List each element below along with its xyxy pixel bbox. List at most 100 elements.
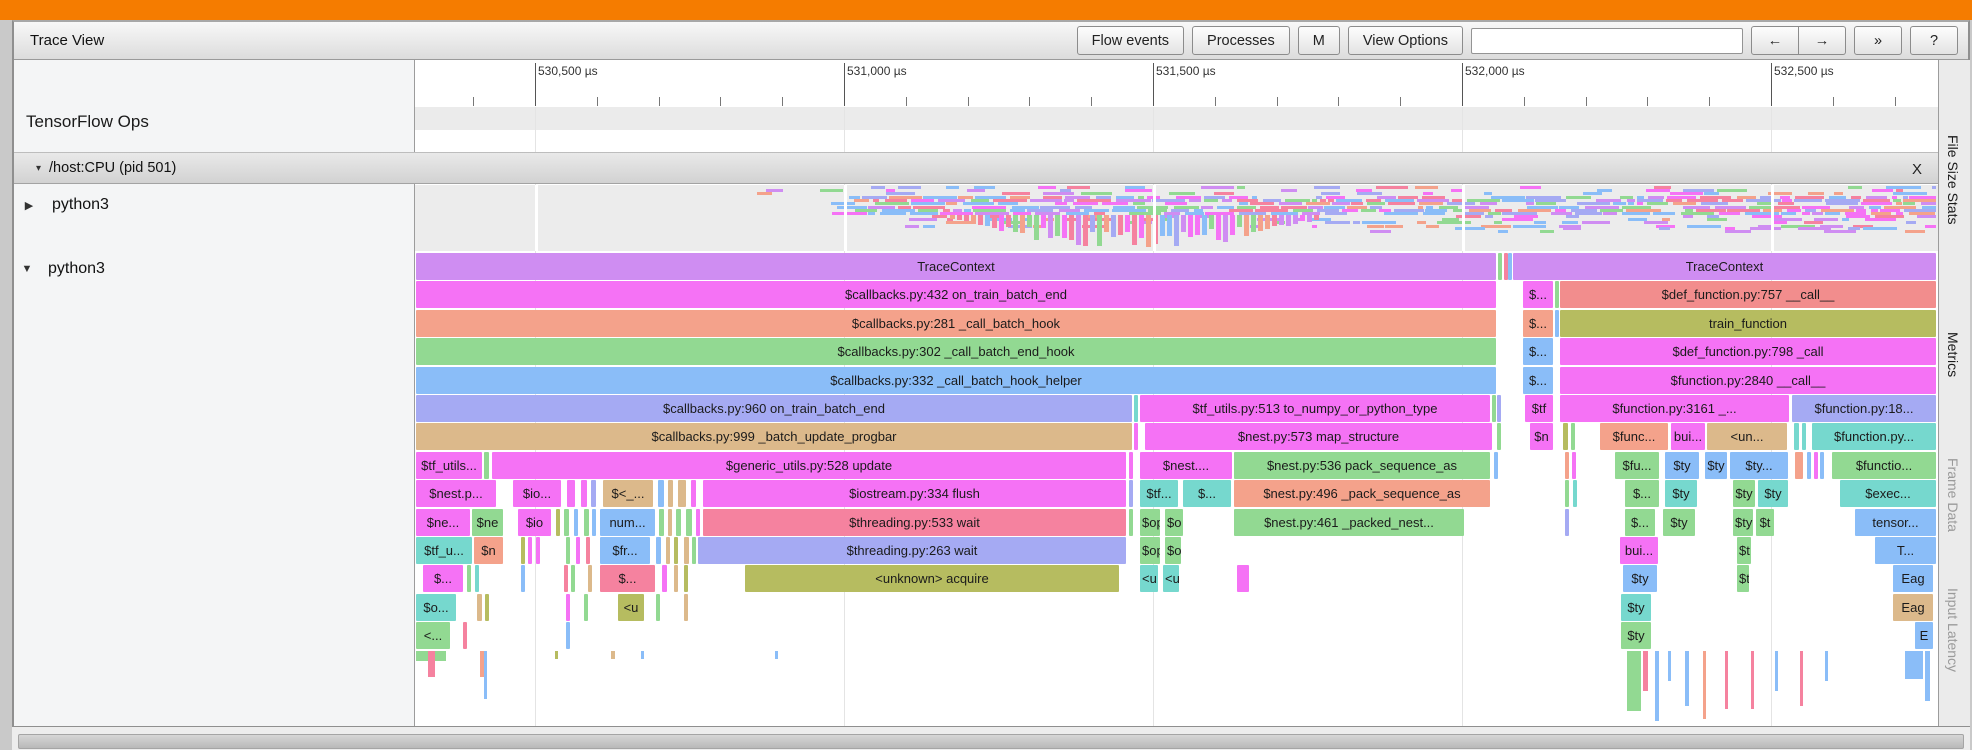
flame-event-sliver[interactable] bbox=[775, 650, 778, 659]
processes-button[interactable]: Processes bbox=[1192, 26, 1290, 55]
flame-event-bar[interactable]: $ty bbox=[1705, 451, 1727, 479]
flame-event-bar[interactable]: $nest.p... bbox=[416, 480, 496, 508]
flame-event-sliver[interactable] bbox=[1800, 650, 1803, 706]
flame-event-sliver[interactable] bbox=[566, 537, 570, 564]
flame-event-sliver[interactable] bbox=[676, 508, 681, 536]
flame-event-bar[interactable]: $o bbox=[1165, 537, 1181, 564]
flame-event-sliver[interactable] bbox=[528, 537, 532, 564]
flame-event-sliver[interactable] bbox=[1775, 650, 1778, 691]
flame-event-sliver[interactable] bbox=[591, 480, 596, 508]
flame-event-sliver[interactable] bbox=[484, 650, 487, 699]
flame-event-bar[interactable]: $ty bbox=[1623, 565, 1657, 593]
flame-event-bar[interactable]: bui... bbox=[1620, 537, 1658, 564]
flame-event-sliver[interactable] bbox=[1573, 480, 1577, 508]
flame-event-sliver[interactable] bbox=[584, 508, 589, 536]
flame-event-sliver[interactable] bbox=[1129, 451, 1133, 479]
flame-event-bar[interactable]: $callbacks.py:281 _call_batch_hook bbox=[416, 309, 1496, 337]
flame-event-sliver[interactable] bbox=[684, 593, 688, 621]
flame-event-bar[interactable]: $ty bbox=[1733, 508, 1753, 536]
flame-event-bar[interactable]: $ty bbox=[1621, 593, 1651, 621]
flame-event-sliver[interactable] bbox=[1563, 423, 1568, 451]
flame-event-sliver[interactable] bbox=[1134, 395, 1138, 422]
flame-event-sliver[interactable] bbox=[1795, 451, 1803, 479]
flame-event-bar[interactable]: $t bbox=[1756, 508, 1774, 536]
flame-event-bar[interactable]: $... bbox=[600, 565, 655, 593]
nav-back-button[interactable]: ← bbox=[1751, 26, 1799, 55]
bottom-drawer-handle[interactable] bbox=[18, 734, 1964, 749]
flame-event-bar[interactable]: $tf... bbox=[1140, 480, 1178, 508]
flame-event-bar[interactable]: $tf bbox=[1525, 395, 1553, 422]
flame-event-bar[interactable]: $callbacks.py:999 _batch_update_progbar bbox=[416, 423, 1132, 451]
flame-event-sliver[interactable] bbox=[564, 565, 568, 593]
flame-event-sliver[interactable] bbox=[696, 508, 700, 536]
sidebar-thread-expanded[interactable]: ▼ python3 bbox=[14, 252, 415, 286]
flame-event-bar[interactable]: $function.py:2840 __call__ bbox=[1560, 366, 1936, 394]
flame-event-bar[interactable]: $callbacks.py:960 on_train_batch_end bbox=[416, 395, 1132, 422]
flame-event-sliver[interactable] bbox=[521, 565, 525, 593]
flame-event-sliver[interactable] bbox=[1925, 650, 1930, 701]
flame-event-bar[interactable]: $nest.py:496 _pack_sequence_as bbox=[1234, 480, 1490, 508]
flame-event-sliver[interactable] bbox=[1565, 508, 1569, 536]
view-options-button[interactable]: View Options bbox=[1347, 26, 1463, 55]
flame-event-sliver[interactable] bbox=[1572, 451, 1576, 479]
flame-event-sliver[interactable] bbox=[475, 565, 479, 593]
flame-event-bar[interactable]: $t bbox=[1737, 565, 1749, 593]
flame-event-sliver[interactable] bbox=[1685, 650, 1689, 706]
flame-event-bar[interactable]: <u bbox=[618, 593, 644, 621]
flame-event-sliver[interactable] bbox=[1655, 650, 1659, 721]
flame-event-sliver[interactable] bbox=[1129, 508, 1133, 536]
flame-event-sliver[interactable] bbox=[1571, 423, 1575, 451]
flame-event-bar[interactable]: T... bbox=[1875, 537, 1936, 564]
flame-event-sliver[interactable] bbox=[686, 508, 692, 536]
tab-input-latency[interactable]: Input Latency bbox=[1945, 588, 1961, 672]
flame-event-sliver[interactable] bbox=[581, 480, 587, 508]
flame-event-bar[interactable]: $iostream.py:334 flush bbox=[703, 480, 1126, 508]
flame-event-bar[interactable]: $fu... bbox=[1615, 451, 1659, 479]
flame-event-sliver[interactable] bbox=[1825, 650, 1828, 681]
flame-event-sliver[interactable] bbox=[1494, 451, 1498, 479]
chevron-down-icon[interactable]: ▼ bbox=[14, 263, 40, 275]
flame-event-sliver[interactable] bbox=[567, 480, 575, 508]
tab-metrics[interactable]: Metrics bbox=[1945, 332, 1961, 377]
flame-event-bar[interactable]: <u bbox=[1163, 565, 1179, 593]
flame-event-bar[interactable]: $... bbox=[1523, 338, 1553, 366]
flame-event-bar[interactable]: <u bbox=[1140, 565, 1158, 593]
flame-event-bar[interactable]: $ty bbox=[1665, 480, 1697, 508]
flame-event-bar[interactable]: $function.py:18... bbox=[1792, 395, 1936, 422]
flame-event-bar[interactable]: $func... bbox=[1600, 423, 1668, 451]
tab-frame-data[interactable]: Frame Data bbox=[1945, 458, 1961, 532]
flame-event-bar[interactable]: E bbox=[1915, 622, 1933, 650]
flame-event-bar[interactable]: $ne bbox=[472, 508, 503, 536]
flame-event-bar[interactable]: $ty bbox=[1663, 508, 1695, 536]
flame-event-sliver[interactable] bbox=[584, 593, 588, 621]
host-cpu-group-header[interactable]: ▾ /host:CPU (pid 501) X bbox=[14, 152, 1938, 184]
flame-event-sliver[interactable] bbox=[467, 565, 471, 593]
flame-event-bar[interactable]: $... bbox=[1625, 480, 1659, 508]
flame-event-bar[interactable]: $fr... bbox=[600, 537, 650, 564]
flame-event-sliver[interactable] bbox=[586, 537, 590, 564]
flame-event-bar[interactable]: tensor... bbox=[1855, 508, 1936, 536]
flame-event-bar[interactable]: $threading.py:263 wait bbox=[698, 537, 1126, 564]
flame-event-sliver[interactable] bbox=[1237, 565, 1249, 593]
tab-file-size-stats[interactable]: File Size Stats bbox=[1945, 135, 1961, 224]
chevron-right-icon[interactable]: ▶ bbox=[14, 199, 44, 212]
flame-event-sliver[interactable] bbox=[1492, 395, 1496, 422]
help-button[interactable]: ? bbox=[1910, 26, 1958, 55]
flame-event-bar[interactable]: <un... bbox=[1707, 423, 1787, 451]
flame-event-bar[interactable]: $tf_utils... bbox=[416, 451, 482, 479]
flame-event-sliver[interactable] bbox=[656, 537, 661, 564]
search-input[interactable] bbox=[1471, 27, 1743, 54]
flame-event-sliver[interactable] bbox=[1820, 451, 1824, 479]
flame-event-sliver[interactable] bbox=[571, 565, 575, 593]
flame-event-bar[interactable]: $ty bbox=[1621, 622, 1651, 650]
expand-button[interactable]: » bbox=[1854, 26, 1902, 55]
flame-event-bar[interactable]: $<_... bbox=[603, 480, 653, 508]
flame-event-sliver[interactable] bbox=[1129, 480, 1133, 508]
flame-event-bar[interactable]: $tf_u... bbox=[416, 537, 472, 564]
flame-event-bar[interactable]: TraceContext bbox=[416, 253, 1496, 280]
flame-event-bar[interactable]: Eag bbox=[1893, 565, 1933, 593]
flame-event-bar[interactable]: $nest.py:536 pack_sequence_as bbox=[1234, 451, 1490, 479]
flame-event-bar[interactable]: TraceContext bbox=[1513, 253, 1936, 280]
flame-event-bar[interactable]: <unknown> acquire bbox=[745, 565, 1119, 593]
flame-event-sliver[interactable] bbox=[1627, 650, 1641, 711]
